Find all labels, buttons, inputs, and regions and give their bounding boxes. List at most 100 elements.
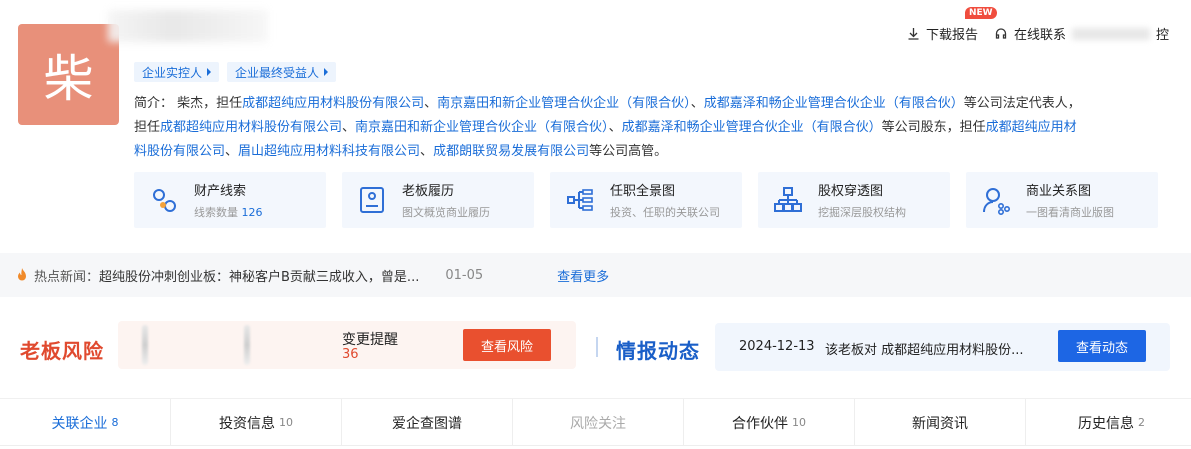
company-link[interactable]: 眉山超纯应用材料科技有限公司 [238, 144, 420, 159]
tab-news[interactable]: 新闻资讯 [855, 399, 1026, 446]
contact-label: 在线联系 [1013, 28, 1066, 43]
company-link[interactable]: 成都超纯应用材 [986, 120, 1077, 135]
caret-right-icon [207, 68, 212, 76]
card-sub-label: 线索数量 [194, 206, 238, 219]
tab-count: 10 [792, 416, 806, 429]
tab-count: 2 [1138, 416, 1145, 429]
desc-text: 担任 [134, 120, 161, 135]
intel-title: 情报动态 [616, 339, 700, 363]
divider [596, 337, 598, 357]
desc-line-2: 担任成都超纯应用材料股份有限公司、南京嘉田和新企业管理合伙企业（有限合伙）、成都… [134, 116, 1164, 140]
tab-count: 10 [279, 416, 293, 429]
tab-label: 风险关注 [570, 415, 626, 432]
top-actions: 下载报告 NEW 在线联系 控 [907, 7, 1169, 43]
blurred-graphic [244, 325, 250, 365]
avatar-char: 柴 [43, 49, 94, 108]
card-asset-clue[interactable]: 财产线索线索数量 126 [134, 172, 326, 228]
tab-label: 新闻资讯 [912, 415, 968, 432]
card-title: 任职全景图 [610, 184, 676, 199]
profile-header: 柴 企业实控人 企业最终受益人 下载报告 NEW 在线联系 控 简介： 柴杰，担任… [0, 0, 1191, 253]
position-map-icon [564, 184, 596, 216]
tab-related-companies[interactable]: 关联企业 8 [0, 399, 171, 446]
tab-label: 关联企业 [51, 415, 108, 432]
divider [0, 445, 1191, 446]
desc-text: 等公司法定代表人， [963, 96, 1081, 111]
download-report-button[interactable]: 下载报告 NEW [907, 7, 997, 43]
view-risk-button[interactable]: 查看风险 [463, 329, 551, 361]
card-title: 股权穿透图 [818, 184, 884, 199]
profile-description: 简介： 柴杰，担任成都超纯应用材料股份有限公司、南京嘉田和新企业管理合伙企业（有… [134, 92, 1164, 164]
tag-actual-controller[interactable]: 企业实控人 [134, 62, 220, 82]
tab-risk-watch[interactable]: 风险关注 [513, 399, 684, 446]
company-link[interactable]: 南京嘉田和新企业管理合伙企业（有限合伙） [355, 120, 609, 135]
view-more-news-link[interactable]: 查看更多 [557, 266, 609, 285]
new-badge: NEW [964, 7, 997, 19]
headset-icon [995, 27, 1007, 39]
company-link[interactable]: 成都超纯应用材料股份有限公司 [160, 120, 342, 135]
card-equity-penetration[interactable]: 股权穿透图挖掘深层股权结构 [758, 172, 950, 228]
card-title: 老板履历 [402, 184, 455, 199]
company-link[interactable]: 料股份有限公司 [134, 144, 225, 159]
business-relation-icon [980, 184, 1012, 216]
tab-label: 合作伙伴 [732, 415, 788, 432]
blurred-name [108, 10, 268, 42]
card-sub: 投资、任职的关联公司 [610, 206, 720, 219]
blurred-contact-name [1071, 27, 1150, 40]
avatar: 柴 [18, 24, 119, 125]
view-updates-button[interactable]: 查看动态 [1058, 330, 1146, 362]
tab-label: 投资信息 [219, 415, 275, 432]
download-label: 下载报告 [925, 28, 978, 43]
card-sub: 一图看清商业版图 [1026, 206, 1114, 219]
role-tags: 企业实控人 企业最终受益人 [134, 62, 337, 82]
desc-text: 等公司高管。 [589, 144, 668, 159]
desc-sep: 、 [342, 120, 356, 135]
equity-tree-icon [772, 184, 804, 216]
contact-suffix: 控 [1155, 28, 1169, 43]
desc-sep: 、 [420, 144, 434, 159]
card-title: 财产线索 [194, 184, 247, 199]
boss-risk-title: 老板风险 [20, 339, 104, 363]
tab-aiqicha-graph[interactable]: 爱企查图谱 [342, 399, 513, 446]
fire-icon [18, 268, 26, 281]
company-link[interactable]: 成都嘉泽和畅企业管理合伙企业（有限合伙） [622, 120, 882, 135]
tab-partners[interactable]: 合作伙伴 10 [684, 399, 855, 446]
online-contact-button[interactable]: 在线联系 控 [994, 24, 1169, 43]
desc-sep: 、 [225, 144, 239, 159]
tag-label: 企业实控人 [142, 65, 203, 80]
hot-news-bar: 热点新闻： 超纯股份冲刺创业板：神秘客户B贡献三成收入，曾是... 01-05 … [0, 253, 1191, 297]
intel-panel: 2024-12-13 该老板对 成都超纯应用材料股份... 查看动态 [715, 323, 1170, 371]
intel-content: 该老板对 成都超纯应用材料股份... [825, 343, 1024, 358]
section-tabs: 关联企业 8 投资信息 10 爱企查图谱 风险关注 合作伙伴 10 新闻资讯 历史信息… [0, 398, 1191, 446]
news-date: 01-05 [445, 267, 484, 283]
intel-date: 2024-12-13 [739, 339, 815, 354]
tab-history[interactable]: 历史信息 2 [1026, 399, 1191, 446]
resume-icon [356, 184, 388, 216]
desc-text: 简介： 柴杰，担任 [134, 96, 243, 111]
card-business-relation[interactable]: 商业关系图一图看清商业版图 [966, 172, 1158, 228]
company-link[interactable]: 成都朗联贸易发展有限公司 [433, 144, 589, 159]
tag-ultimate-beneficiary[interactable]: 企业最终受益人 [227, 62, 337, 82]
risk-intel-row: 老板风险 变更提醒 36 查看风险 情报动态 2024-12-13 该老板对 成… [0, 297, 1191, 398]
tab-label: 爱企查图谱 [392, 415, 462, 432]
card-sub: 挖掘深层股权结构 [818, 206, 906, 219]
change-alert-label: 变更提醒 [342, 332, 398, 348]
tab-investment-info[interactable]: 投资信息 10 [171, 399, 342, 446]
asset-clue-icon [148, 184, 180, 216]
desc-text: 等公司股东，担任 [881, 120, 986, 135]
download-icon [908, 28, 919, 40]
company-link[interactable]: 南京嘉田和新企业管理合伙企业（有限合伙） [437, 96, 691, 111]
card-sub: 图文概览商业履历 [402, 206, 490, 219]
card-title: 商业关系图 [1026, 184, 1092, 199]
company-link[interactable]: 成都超纯应用材料股份有限公司 [242, 96, 424, 111]
card-boss-resume[interactable]: 老板履历图文概览商业履历 [342, 172, 534, 228]
card-position-map[interactable]: 任职全景图投资、任职的关联公司 [550, 172, 742, 228]
desc-line-1: 简介： 柴杰，担任成都超纯应用材料股份有限公司、南京嘉田和新企业管理合伙企业（有… [134, 92, 1164, 116]
tab-label: 历史信息 [1078, 415, 1134, 432]
card-sub-count: 126 [241, 206, 263, 219]
caret-right-icon [324, 68, 329, 76]
blurred-graphic [142, 325, 148, 365]
news-headline-link[interactable]: 超纯股份冲刺创业板：神秘客户B贡献三成收入，曾是... [99, 266, 419, 285]
desc-line-3: 料股份有限公司、眉山超纯应用材料科技有限公司、成都朗联贸易发展有限公司等公司高管… [134, 140, 1164, 164]
risk-panel: 变更提醒 36 查看风险 [118, 321, 576, 369]
company-link[interactable]: 成都嘉泽和畅企业管理合伙企业（有限合伙） [704, 96, 964, 111]
